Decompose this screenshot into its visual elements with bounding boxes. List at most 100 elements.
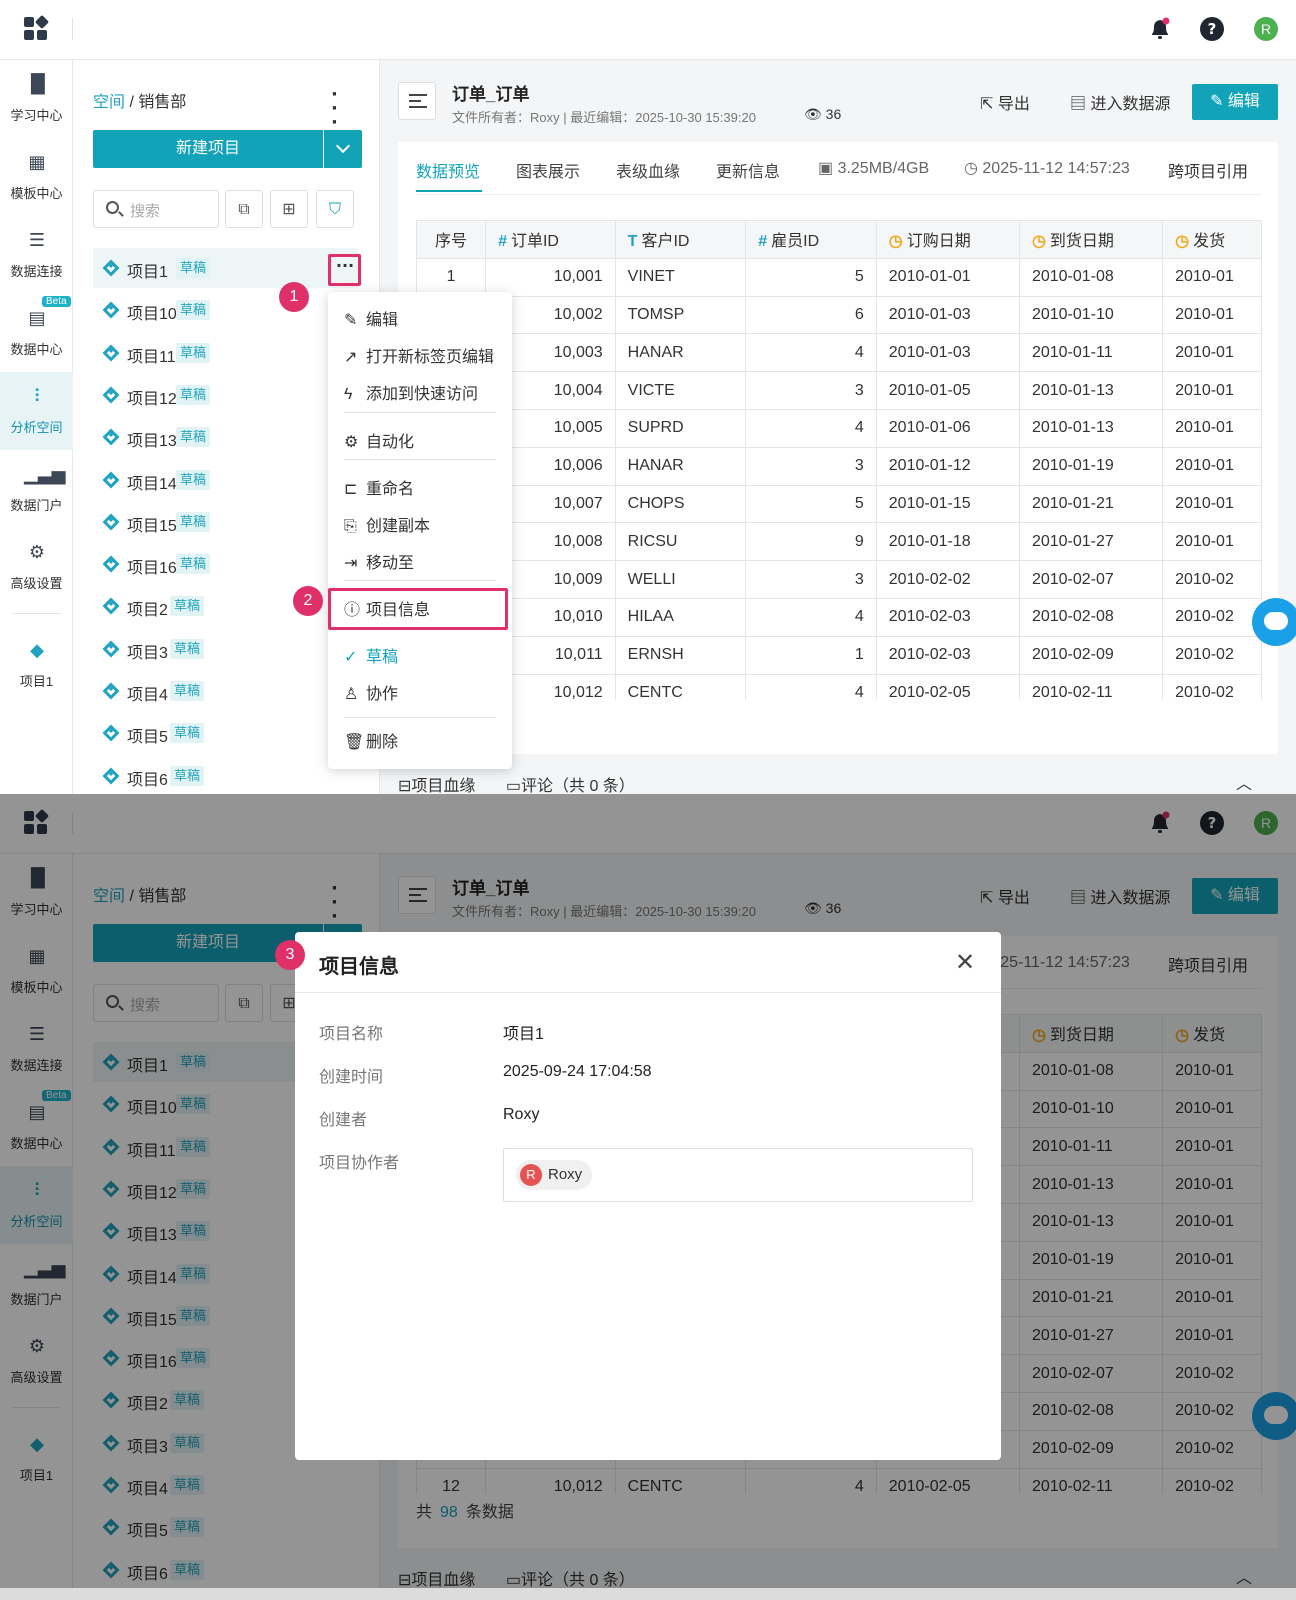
rail-item[interactable]: ▤ Beta 数据中心 <box>0 294 73 372</box>
menu-item[interactable]: 🗑 删除 <box>344 728 398 752</box>
bell-icon[interactable] <box>1148 16 1172 42</box>
column-header[interactable]: ◷ 发货 <box>1162 220 1262 259</box>
status-badge: 草稿 <box>170 765 205 786</box>
menu-item[interactable]: ✎ 编辑 <box>344 306 398 330</box>
menu-item[interactable]: ⚙ 自动化 <box>344 428 414 452</box>
rail-item[interactable]: ◆ 项目1 <box>0 626 73 704</box>
tab-1[interactable]: 图表展示 <box>516 158 580 182</box>
table-row[interactable]: 1010,010HILAA42010-02-032010-02-082010-0… <box>416 597 1262 637</box>
table-cell: 3 <box>745 560 877 599</box>
divider <box>344 717 496 718</box>
enter-datasource-button[interactable]: ▤ 进入数据源 <box>1070 90 1170 114</box>
menu-item-label: 添加到快速访问 <box>366 386 479 403</box>
close-icon[interactable]: ✕ <box>955 948 975 976</box>
project-icon <box>102 597 120 615</box>
table-cell: 2010-01-06 <box>875 408 1020 448</box>
last-updated: ◷ 2025-11-12 14:57:23 <box>964 158 1130 178</box>
chevron-up-icon[interactable]: ︿ <box>1236 770 1252 794</box>
project-item[interactable]: 项目13 草稿 <box>93 417 358 457</box>
table-row[interactable]: 110,001VINET52010-01-012010-01-082010-01 <box>416 257 1262 297</box>
tab-3[interactable]: 更新信息 <box>716 158 780 182</box>
table-cell: 3 <box>745 446 877 486</box>
column-header[interactable]: T客户ID <box>614 220 747 259</box>
menu-item-label: 自动化 <box>366 434 415 451</box>
menu-item[interactable]: ♙ 协作 <box>344 680 398 704</box>
menu-item[interactable]: ⎘ 创建副本 <box>344 512 430 536</box>
help-icon[interactable]: ? <box>1200 17 1224 41</box>
project-item[interactable]: 项目12 草稿 <box>93 375 358 415</box>
rail-item[interactable]: ▐▌ 学习中心 <box>0 60 73 138</box>
status-badge: 草稿 <box>176 511 211 532</box>
project-item[interactable]: 项目16 草稿 <box>93 544 358 584</box>
menu-item[interactable]: ↗ 打开新标签页编辑 <box>344 343 494 367</box>
chat-support-icon[interactable] <box>1252 598 1296 646</box>
table-row[interactable]: 710,007CHOPS52010-01-152010-01-212010-01 <box>416 484 1262 524</box>
project-item[interactable]: 项目10 草稿 <box>93 290 358 330</box>
new-project-button[interactable]: 新建项目 <box>93 130 323 168</box>
table-row[interactable]: 310,003HANAR42010-01-032010-01-112010-01 <box>416 333 1262 373</box>
apps-grid-icon[interactable] <box>24 14 50 41</box>
more-options-icon[interactable]: · · · <box>331 86 338 132</box>
collapse-sidebar-icon[interactable] <box>398 82 436 120</box>
book-icon: ▐▌ <box>24 74 52 95</box>
tab-2[interactable]: 表级血缘 <box>616 158 680 182</box>
project-lineage-tab[interactable]: ⊟项目血缘 <box>398 778 475 794</box>
status-badge: 草稿 <box>176 300 211 321</box>
comments-tab[interactable]: ▭评论（共 0 条） <box>506 778 635 794</box>
field-value: Roxy <box>503 1106 540 1123</box>
project-item[interactable]: 项目1 草稿 <box>93 248 358 288</box>
divider <box>416 194 1262 195</box>
beta-badge: Beta <box>42 296 71 307</box>
search-input[interactable]: 搜索 <box>93 190 219 228</box>
project-item[interactable]: 项目15 草稿 <box>93 502 358 542</box>
column-header[interactable]: 序号 <box>416 220 487 259</box>
template-icon: ▦ <box>28 152 46 173</box>
edit-button[interactable]: ✎ 编辑 <box>1192 84 1278 120</box>
new-project-dropdown-button[interactable] <box>324 130 362 168</box>
table-row[interactable]: 910,009WELLI32010-02-022010-02-072010-02 <box>416 560 1262 599</box>
open-window-icon[interactable]: ⧉ <box>225 190 263 228</box>
project-item[interactable]: 项目6 草稿 <box>93 756 358 794</box>
preview-card: 数据预览 图表展示 表级血缘 更新信息 ▣ 3.25MB/4GB ◷ 2025-11-… <box>398 142 1278 754</box>
project-info-dialog: 项目信息 ✕ 项目名称 项目1 创建时间 2025-09-24 17:04:58 创建者 Ro… <box>295 932 1001 1460</box>
tab-0[interactable]: 数据预览 <box>416 158 480 182</box>
column-header[interactable]: #雇员ID <box>745 220 877 259</box>
avatar: R <box>520 1164 542 1186</box>
folder-icon[interactable]: ⊞ <box>270 190 308 228</box>
menu-item[interactable]: ϟ 添加到快速访问 <box>344 380 478 404</box>
collaborator-chip[interactable]: R Roxy <box>516 1160 593 1190</box>
project-item[interactable]: 项目14 草稿 <box>93 460 358 500</box>
column-header[interactable]: ◷ 到货日期 <box>1018 220 1164 259</box>
menu-item[interactable]: ⊏ 重命名 <box>344 475 414 499</box>
table-cell: 2010-01 <box>1162 446 1262 486</box>
collaborators-field[interactable]: R Roxy <box>503 1148 973 1202</box>
project-item[interactable]: 项目4 草稿 <box>93 671 358 711</box>
table-row[interactable]: 510,005SUPRD42010-01-062010-01-132010-01 <box>416 408 1262 448</box>
collaborator-name: Roxy <box>548 1166 583 1183</box>
column-header[interactable]: ◷订购日期 <box>875 220 1020 259</box>
table-cell: 2010-01-03 <box>875 295 1020 335</box>
rail-item[interactable]: ▦ 模板中心 <box>0 138 73 216</box>
data-grid[interactable]: 序号#订单IDT客户ID#雇员ID◷订购日期◷到货日期◷发货110,001VIN… <box>416 220 1262 700</box>
table-row[interactable]: 210,002TOMSP62010-01-032010-01-102010-01 <box>416 295 1262 335</box>
table-row[interactable]: 410,004VICTE32010-01-052010-01-132010-01 <box>416 371 1262 410</box>
table-row[interactable]: 610,006HANAR32010-01-122010-01-192010-01 <box>416 446 1262 486</box>
rail-item[interactable]: ☰ 数据连接 <box>0 216 73 294</box>
table-row[interactable]: 1110,011ERNSH12010-02-032010-02-092010-0… <box>416 635 1262 675</box>
project-item[interactable]: 项目11 草稿 <box>93 333 358 373</box>
rail-item[interactable]: ⚙ 高级设置 <box>0 528 73 606</box>
rail-item[interactable]: ▁▃▅ 数据门户 <box>0 450 73 528</box>
menu-item[interactable]: ⇥ 移动至 <box>344 549 414 573</box>
table-row[interactable]: 1210,012CENTC42010-02-052010-02-112010-0… <box>416 673 1262 700</box>
menu-item[interactable]: ✓ 草稿 <box>344 643 398 667</box>
column-header[interactable]: #订单ID <box>485 220 616 259</box>
filter-icon[interactable]: ⛉ <box>316 190 354 228</box>
rail-item[interactable]: ⫶ 分析空间 <box>0 372 73 450</box>
project-item[interactable]: 项目5 草稿 <box>93 713 358 753</box>
user-avatar[interactable]: R <box>1254 17 1278 41</box>
project-item[interactable]: 项目3 草稿 <box>93 629 358 669</box>
cross-project-ref-tab[interactable]: 跨项目引用 <box>1168 158 1248 182</box>
table-row[interactable]: 810,008RICSU92010-01-182010-01-272010-01 <box>416 522 1262 562</box>
export-button[interactable]: ⇱ 导出 <box>980 90 1030 114</box>
breadcrumb-space-link[interactable]: 空间 <box>93 94 125 111</box>
